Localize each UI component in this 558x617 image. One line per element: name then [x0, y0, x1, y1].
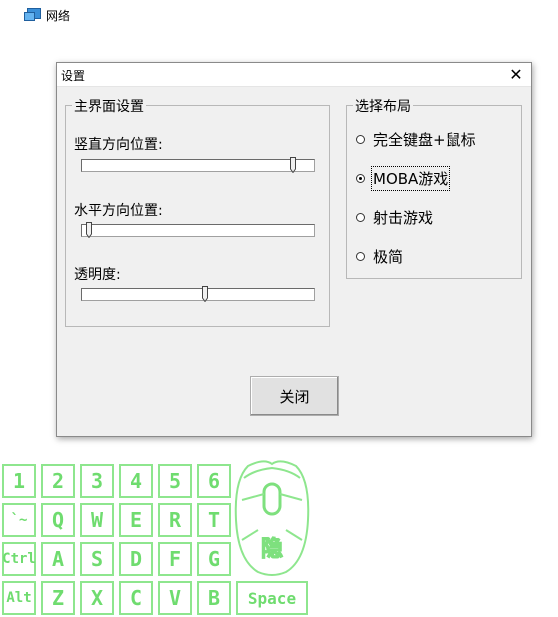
key-d[interactable]: D — [119, 542, 153, 576]
opacity-slider-track[interactable] — [81, 288, 315, 301]
key-g[interactable]: G — [197, 542, 231, 576]
mouse-icon[interactable]: 隐 — [234, 460, 310, 578]
key-alt[interactable]: Alt — [2, 581, 36, 615]
key-w[interactable]: W — [80, 503, 114, 537]
option-label: MOBA游戏 — [370, 166, 451, 191]
option-label: 极简 — [373, 248, 404, 266]
mouse-glyph: 隐 — [261, 537, 283, 562]
layout-legend: 选择布局 — [353, 96, 413, 116]
radio-icon[interactable] — [356, 135, 365, 144]
network-label: 网络 — [46, 8, 71, 23]
radio-icon[interactable] — [356, 213, 365, 222]
main-settings-group: 主界面设置 竖直方向位置: 水平方向位置: 透明度: — [65, 96, 330, 327]
key-c[interactable]: C — [119, 581, 153, 615]
key-a[interactable]: A — [41, 542, 75, 576]
horizontal-position-label: 水平方向位置: — [74, 203, 163, 219]
key-1[interactable]: 1 — [2, 464, 36, 498]
layout-option-minimal[interactable]: 极简 — [356, 246, 403, 267]
key-ctrl[interactable]: Ctrl — [2, 542, 36, 576]
radio-selected-icon[interactable] — [356, 174, 365, 183]
key-v[interactable]: V — [158, 581, 192, 615]
key-backtick[interactable]: `~ — [2, 503, 36, 537]
vertical-slider-thumb[interactable] — [289, 157, 296, 173]
opacity-label: 透明度: — [74, 267, 121, 283]
key-6[interactable]: 6 — [197, 464, 231, 498]
layout-option-full-keyboard[interactable]: 完全键盘+鼠标 — [356, 129, 476, 150]
network-icon — [24, 8, 41, 22]
close-button[interactable]: 关闭 — [250, 376, 339, 416]
vertical-slider-track[interactable] — [81, 159, 315, 172]
horizontal-slider-thumb[interactable] — [85, 222, 92, 238]
option-label: 完全键盘+鼠标 — [373, 131, 476, 149]
main-settings-legend: 主界面设置 — [72, 96, 146, 116]
key-e[interactable]: E — [119, 503, 153, 537]
opacity-slider-thumb[interactable] — [201, 286, 208, 302]
settings-dialog: 设置 ✕ 主界面设置 竖直方向位置: 水平方向位置: 透明度: 选择布局 完全键… — [56, 62, 532, 437]
layout-group: 选择布局 完全键盘+鼠标 MOBA游戏 射击游戏 极简 — [346, 96, 522, 279]
key-q[interactable]: Q — [41, 503, 75, 537]
close-icon[interactable]: ✕ — [501, 63, 531, 86]
key-r[interactable]: R — [158, 503, 192, 537]
key-s[interactable]: S — [80, 542, 114, 576]
key-space[interactable]: Space — [236, 581, 308, 615]
key-3[interactable]: 3 — [80, 464, 114, 498]
key-4[interactable]: 4 — [119, 464, 153, 498]
key-5[interactable]: 5 — [158, 464, 192, 498]
vertical-position-label: 竖直方向位置: — [74, 137, 163, 153]
key-z[interactable]: Z — [41, 581, 75, 615]
title-bar: 设置 ✕ — [57, 63, 531, 87]
key-x[interactable]: X — [80, 581, 114, 615]
key-t[interactable]: T — [197, 503, 231, 537]
layout-option-moba[interactable]: MOBA游戏 — [356, 166, 451, 191]
option-label: 射击游戏 — [373, 209, 434, 227]
key-b[interactable]: B — [197, 581, 231, 615]
network-desktop-item[interactable]: 网络 — [24, 6, 70, 24]
key-f[interactable]: F — [158, 542, 192, 576]
dialog-title: 设置 — [61, 69, 86, 83]
key-2[interactable]: 2 — [41, 464, 75, 498]
horizontal-slider-track[interactable] — [81, 224, 315, 237]
radio-icon[interactable] — [356, 252, 365, 261]
layout-option-shooter[interactable]: 射击游戏 — [356, 207, 433, 228]
